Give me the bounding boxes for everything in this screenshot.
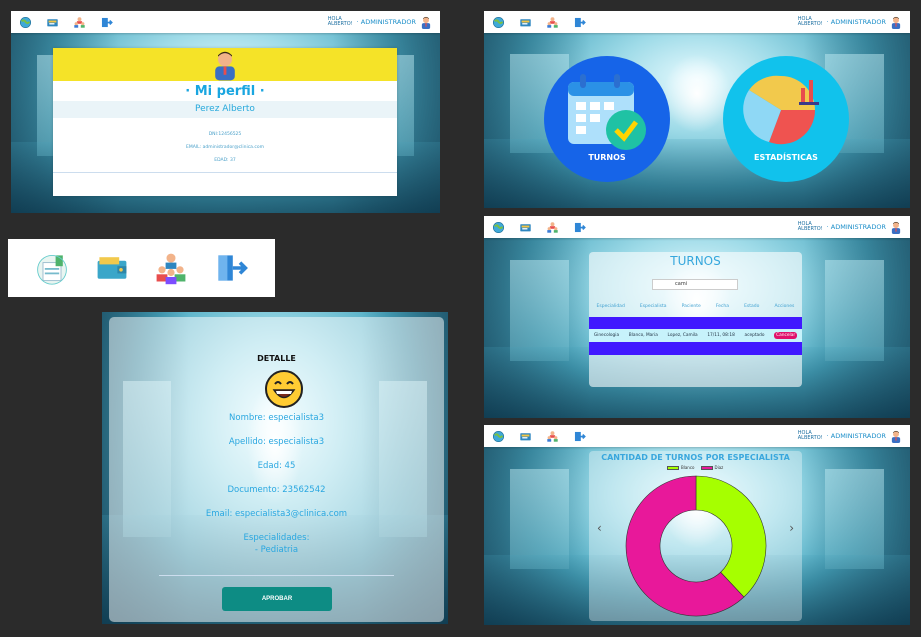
greeting: HOLA ALBERTO!	[797, 221, 823, 232]
column-header: Acciones	[774, 304, 795, 309]
globe-icon[interactable]	[34, 250, 70, 286]
home-screen: HOLA ALBERTO! · ADMINISTRADOR TURNOS ESTA…	[484, 11, 910, 208]
logout-icon[interactable]	[100, 16, 113, 29]
avatar[interactable]	[890, 16, 902, 29]
profile-age: EDAD: 37	[214, 158, 236, 163]
logout-icon[interactable]	[573, 221, 586, 234]
detail-especialidad-item: - Pediatria	[254, 545, 299, 555]
calendar-icon	[568, 74, 646, 150]
chevron-right-icon[interactable]: ›	[789, 521, 794, 535]
icon-strip	[8, 239, 275, 297]
detail-card: DETALLE Nombre: especialista3 Apellido: …	[109, 317, 444, 622]
approve-button[interactable]: APROBAR	[222, 587, 332, 611]
role-label: · ADMINISTRADOR	[826, 432, 886, 440]
legend-item[interactable]: Blanco	[667, 465, 695, 470]
profile-dni: DNI:12456525	[208, 132, 242, 137]
estadisticas-label: ESTADÍSTICAS	[754, 153, 818, 162]
cell-especialidad: Ginecologia	[593, 333, 620, 338]
profile-email: EMAIL: administrador@clinica.com	[186, 145, 264, 150]
navbar: HOLA ALBERTO! · ADMINISTRADOR	[484, 11, 910, 33]
donut-slice-blanco[interactable]	[695, 475, 767, 598]
legend-label: Diaz	[714, 465, 724, 470]
column-header: Estado	[744, 304, 760, 309]
estadisticas-button[interactable]: ESTADÍSTICAS	[723, 56, 849, 182]
avatar[interactable]	[890, 430, 902, 443]
page-title: · Mi perfil ·	[185, 84, 265, 99]
users-icon[interactable]	[546, 16, 559, 29]
detail-title: DETALLE	[257, 354, 296, 363]
logout-icon[interactable]	[213, 250, 249, 286]
chart-legend: Blanco Diaz	[667, 465, 723, 470]
column-header: Paciente	[681, 304, 701, 309]
greeting: HOLA ALBERTO!	[327, 16, 353, 27]
turnos-button[interactable]: TURNOS	[544, 56, 670, 182]
column-header: Especialidad	[596, 304, 625, 309]
navbar: HOLA ALBERTO! · ADMINISTRADOR	[11, 11, 440, 33]
search-input[interactable]: cami	[652, 279, 738, 290]
navbar: HOLA ALBERTO! · ADMINISTRADOR	[484, 425, 910, 447]
detail-apellido: Apellido: especialista3	[228, 437, 325, 447]
table-row[interactable]: Ginecologia Blanco, Maria Lopez, Camila …	[589, 329, 802, 342]
profile-name: Perez Alberto	[53, 101, 397, 118]
logout-icon[interactable]	[573, 430, 586, 443]
globe-icon[interactable]	[492, 221, 505, 234]
cell-especialista: Blanco, Maria	[628, 333, 658, 338]
profile-screen: HOLA ALBERTO! · ADMINISTRADOR · Mi perfil…	[11, 11, 440, 213]
cell-fecha: 17/11, 08:18	[707, 333, 735, 338]
greeting: HOLA ALBERTO!	[797, 16, 823, 27]
stats-screen: HOLA ALBERTO! · ADMINISTRADOR CANTIDAD DE…	[484, 425, 910, 625]
table-row	[589, 317, 802, 329]
column-header: Especialista	[639, 304, 667, 309]
avatar[interactable]	[420, 16, 432, 29]
avatar	[211, 48, 239, 82]
users-icon[interactable]	[546, 430, 559, 443]
role-label: · ADMINISTRADOR	[826, 18, 886, 26]
table-header: Especialidad Especialista Paciente Fecha…	[589, 304, 802, 309]
ticket-icon[interactable]	[519, 16, 532, 29]
detail-email: Email: especialista3@clinica.com	[205, 509, 348, 519]
globe-icon[interactable]	[19, 16, 32, 29]
cell-estado: aceptado	[744, 333, 765, 338]
navbar: HOLA ALBERTO! · ADMINISTRADOR	[484, 216, 910, 238]
detail-screen: DETALLE Nombre: especialista3 Apellido: …	[102, 312, 448, 624]
profile-card: · Mi perfil · Perez Alberto DNI:12456525…	[53, 48, 397, 196]
turnos-label: TURNOS	[588, 153, 626, 162]
users-icon[interactable]	[546, 221, 559, 234]
legend-item[interactable]: Diaz	[700, 465, 724, 470]
logout-icon[interactable]	[573, 16, 586, 29]
ticket-icon[interactable]	[519, 221, 532, 234]
page-title: TURNOS	[670, 254, 721, 268]
detail-edad: Edad: 45	[257, 461, 296, 471]
globe-icon[interactable]	[492, 16, 505, 29]
chevron-left-icon[interactable]: ‹	[597, 521, 602, 535]
detail-documento: Documento: 23562542	[227, 485, 326, 495]
pie-chart-icon	[743, 75, 819, 145]
detail-nombre: Nombre: especialista3	[229, 413, 324, 423]
users-icon[interactable]	[73, 16, 86, 29]
role-label: · ADMINISTRADOR	[826, 223, 886, 231]
table-row	[589, 342, 802, 355]
ticket-icon[interactable]	[519, 430, 532, 443]
wallet-icon[interactable]	[94, 250, 130, 286]
legend-label: Blanco	[681, 465, 695, 470]
column-header: Fecha	[715, 304, 730, 309]
users-icon[interactable]	[153, 250, 189, 286]
greeting: HOLA ALBERTO!	[797, 430, 823, 441]
avatar[interactable]	[890, 221, 902, 234]
cell-paciente: Lopez, Camila	[667, 333, 698, 338]
chart-title: CANTIDAD DE TURNOS POR ESPECIALISTA	[601, 453, 790, 462]
turnos-card: TURNOS cami Especialidad Especialista Pa…	[589, 252, 802, 387]
cancel-button[interactable]: Cancelar	[774, 332, 798, 339]
globe-icon[interactable]	[492, 430, 505, 443]
donut-chart	[625, 475, 767, 617]
turnos-screen: HOLA ALBERTO! · ADMINISTRADOR TURNOS cami…	[484, 216, 910, 418]
ticket-icon[interactable]	[46, 16, 59, 29]
smile-icon	[265, 370, 303, 408]
chart-card: CANTIDAD DE TURNOS POR ESPECIALISTA Blan…	[589, 451, 802, 621]
role-label: · ADMINISTRADOR	[356, 18, 416, 26]
detail-especialidades: Especialidades:	[243, 533, 310, 543]
